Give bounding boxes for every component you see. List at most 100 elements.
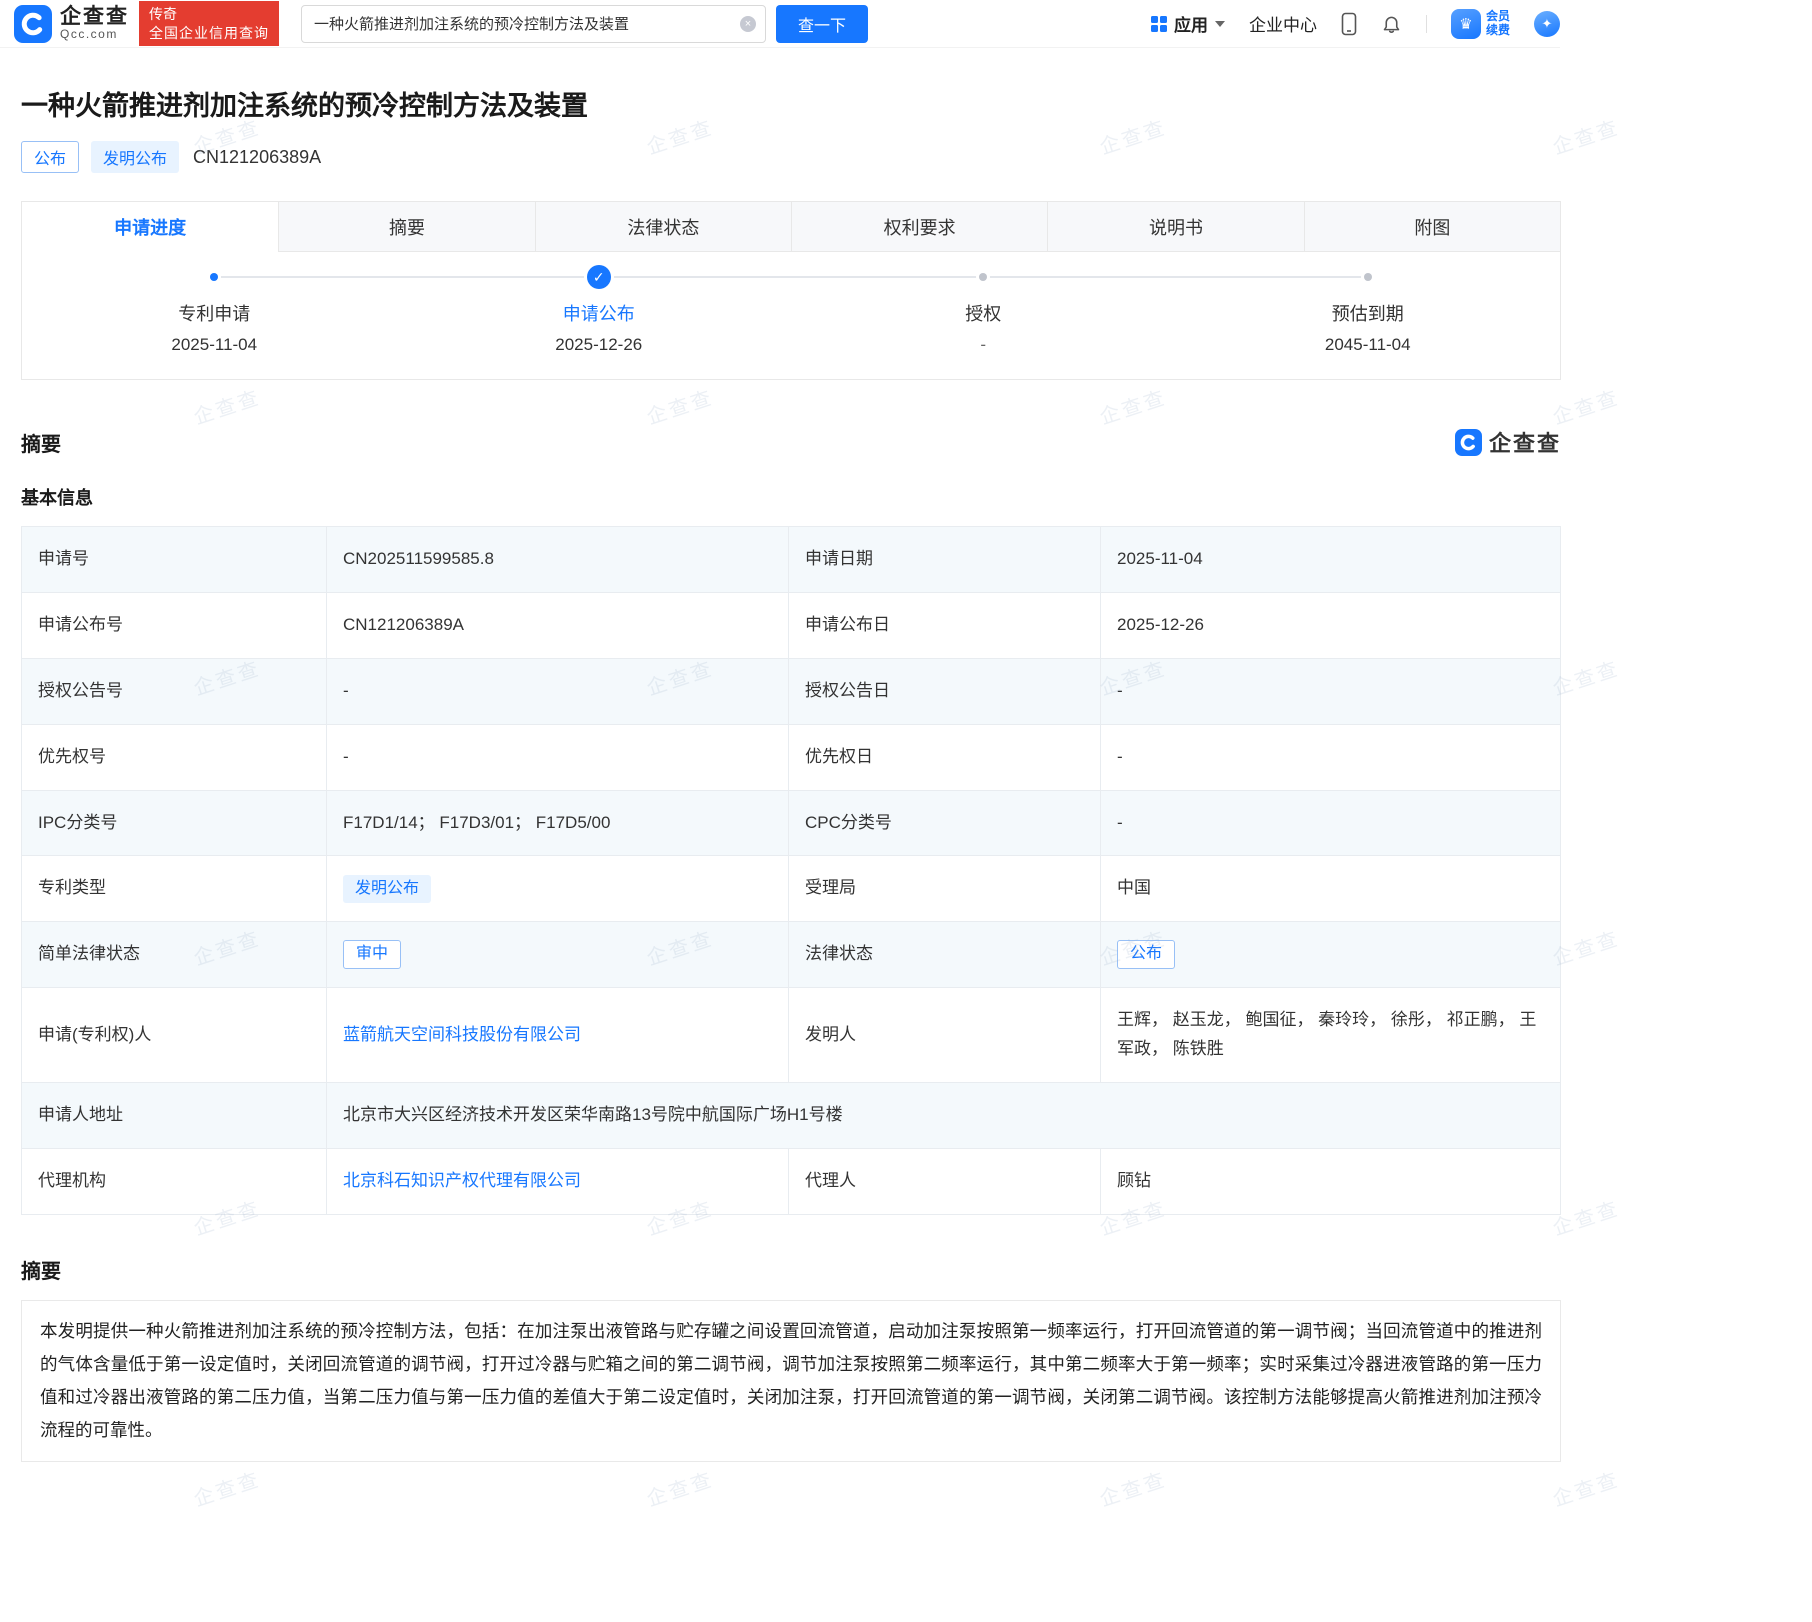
field-value: - — [326, 659, 788, 724]
brand-name: 企查查 — [60, 6, 129, 28]
field-label: 受理局 — [788, 856, 1100, 921]
table-row: 代理机构 北京科石知识产权代理有限公司 代理人 顾钻 — [22, 1148, 1560, 1214]
table-row: 申请(专利权)人 蓝箭航天空间科技股份有限公司 发明人 王辉， 赵玉龙， 鲍国征… — [22, 987, 1560, 1082]
field-value: 蓝箭航天空间科技股份有限公司 — [326, 988, 788, 1082]
field-label: 优先权号 — [22, 725, 326, 790]
timeline-step-date: - — [980, 335, 986, 355]
basic-info-table: 申请号 CN202511599585.8 申请日期 2025-11-04 申请公… — [21, 526, 1561, 1215]
field-label: 授权公告日 — [788, 659, 1100, 724]
qcc-mark-text: 企查查 — [1489, 426, 1561, 458]
abstract-section-title: 摘要 — [21, 1255, 1561, 1284]
field-label: IPC分类号 — [22, 791, 326, 856]
timeline-step-label: 申请公布 — [563, 300, 635, 326]
field-value: 王辉， 赵玉龙， 鲍国征， 秦玲玲， 徐彤， 祁正鹏， 王军政， 陈铁胜 — [1100, 988, 1560, 1082]
vip-crown-icon: ♛ — [1451, 9, 1481, 39]
timeline-step-date: 2025-11-04 — [171, 335, 257, 355]
timeline-step-filed: 专利申请 2025-11-04 — [22, 266, 407, 355]
field-label: 申请日期 — [788, 527, 1100, 592]
timeline-dot-pending — [979, 273, 987, 281]
timeline-step-label: 预估到期 — [1332, 300, 1404, 326]
timeline-dot-done — [210, 273, 218, 281]
field-value: 2025-11-04 — [1100, 527, 1560, 592]
qcc-brand-mark: 企查查 — [1455, 426, 1561, 458]
table-row: 申请人地址 北京市大兴区经济技术开发区荣华南路13号院中航国际广场H1号楼 — [22, 1082, 1560, 1148]
field-label: 申请人地址 — [22, 1083, 326, 1148]
promo-line1: 传奇 — [149, 5, 269, 23]
tab-drawings[interactable]: 附图 — [1304, 202, 1560, 252]
field-value: - — [1100, 725, 1560, 790]
main-content: 一种火箭推进剂加注系统的预冷控制方法及装置 公布 发明公布 CN12120638… — [0, 84, 1561, 1502]
field-value: - — [1100, 659, 1560, 724]
timeline-step-label: 专利申请 — [178, 300, 250, 326]
legal-status-badge: 审中 — [343, 940, 401, 969]
field-label: 代理人 — [788, 1149, 1100, 1214]
clear-search-icon[interactable]: × — [740, 16, 756, 32]
field-value: CN202511599585.8 — [326, 527, 788, 592]
table-row: IPC分类号 F17D1/14； F17D3/01； F17D5/00 CPC分… — [22, 790, 1560, 856]
field-label: 专利类型 — [22, 856, 326, 921]
field-label: 申请公布号 — [22, 593, 326, 658]
application-progress-panel: 申请进度 摘要 法律状态 权利要求 说明书 附图 专利申请 2025-11-04… — [21, 201, 1561, 380]
applicant-link[interactable]: 蓝箭航天空间科技股份有限公司 — [343, 1021, 581, 1050]
patent-type-badge: 发明公布 — [91, 141, 179, 173]
field-value: CN121206389A — [326, 593, 788, 658]
abstract-text: 本发明提供一种火箭推进剂加注系统的预冷控制方法，包括：在加注泵出液管路与贮存罐之… — [21, 1300, 1561, 1462]
table-row: 专利类型 发明公布 受理局 中国 — [22, 855, 1560, 921]
tab-abstract[interactable]: 摘要 — [278, 202, 534, 252]
field-label: 申请公布日 — [788, 593, 1100, 658]
table-row: 简单法律状态 审中 法律状态 公布 — [22, 921, 1560, 987]
field-value: 中国 — [1100, 856, 1560, 921]
search-input[interactable] — [302, 6, 765, 42]
field-value: - — [1100, 791, 1560, 856]
field-label: 代理机构 — [22, 1149, 326, 1214]
patent-type-badge: 发明公布 — [343, 875, 431, 904]
basic-info-title: 基本信息 — [21, 484, 1561, 510]
timeline-step-label: 授权 — [965, 300, 1001, 326]
vip-line2: 续费 — [1486, 24, 1510, 38]
field-value: 2025-12-26 — [1100, 593, 1560, 658]
top-header: 企查查 Qcc.com 传奇 全国企业信用查询 × 查一下 应用 企业中心 ♛ … — [0, 0, 1560, 48]
field-label: 优先权日 — [788, 725, 1100, 790]
agency-link[interactable]: 北京科石知识产权代理有限公司 — [343, 1167, 581, 1196]
apps-menu[interactable]: 应用 — [1151, 11, 1225, 36]
timeline-step-date: 2045-11-04 — [1325, 335, 1411, 355]
field-label: 法律状态 — [788, 922, 1100, 987]
field-value: F17D1/14； F17D3/01； F17D5/00 — [326, 791, 788, 856]
tab-legal-status[interactable]: 法律状态 — [535, 202, 791, 252]
legal-status-badge: 公布 — [1117, 940, 1175, 969]
timeline-step-expiry: 预估到期 2045-11-04 — [1176, 266, 1561, 355]
notifications-bell-icon[interactable] — [1381, 12, 1402, 35]
summary-section-title: 摘要 — [21, 428, 61, 457]
field-label: 简单法律状态 — [22, 922, 326, 987]
timeline-dot-pending — [1364, 273, 1372, 281]
patent-timeline: 专利申请 2025-11-04 ✓ 申请公布 2025-12-26 授权 - 预… — [22, 252, 1560, 379]
search-button[interactable]: 查一下 — [776, 5, 868, 43]
field-value: 北京市大兴区经济技术开发区荣华南路13号院中航国际广场H1号楼 — [326, 1083, 1560, 1148]
field-value: 公布 — [1100, 922, 1560, 987]
apps-label: 应用 — [1174, 11, 1208, 36]
assistant-icon[interactable]: ✦ — [1534, 11, 1560, 37]
vip-renew-button[interactable]: ♛ 会员 续费 — [1451, 9, 1510, 39]
patent-tag-row: 公布 发明公布 CN121206389A — [21, 141, 1561, 173]
mobile-app-icon[interactable] — [1341, 12, 1357, 36]
chevron-down-icon — [1215, 21, 1225, 27]
tab-description[interactable]: 说明书 — [1047, 202, 1303, 252]
field-value: 审中 — [326, 922, 788, 987]
timeline-check-icon: ✓ — [587, 265, 611, 289]
qcc-logo[interactable]: 企查查 Qcc.com — [14, 5, 129, 43]
field-value: 北京科石知识产权代理有限公司 — [326, 1149, 788, 1214]
table-row: 授权公告号 - 授权公告日 - — [22, 658, 1560, 724]
enterprise-center-link[interactable]: 企业中心 — [1249, 11, 1317, 36]
timeline-step-date: 2025-12-26 — [555, 335, 642, 355]
page-title: 一种火箭推进剂加注系统的预冷控制方法及装置 — [21, 84, 1561, 123]
vip-line1: 会员 — [1486, 10, 1510, 24]
qcc-mark-icon — [1455, 429, 1482, 456]
qcc-logo-icon — [14, 5, 52, 43]
tab-claims[interactable]: 权利要求 — [791, 202, 1047, 252]
search-box: × — [301, 5, 766, 43]
brand-domain: Qcc.com — [60, 28, 129, 41]
table-row: 优先权号 - 优先权日 - — [22, 724, 1560, 790]
status-badge: 公布 — [21, 141, 79, 173]
table-row: 申请公布号 CN121206389A 申请公布日 2025-12-26 — [22, 592, 1560, 658]
tab-application-progress[interactable]: 申请进度 — [22, 202, 278, 252]
